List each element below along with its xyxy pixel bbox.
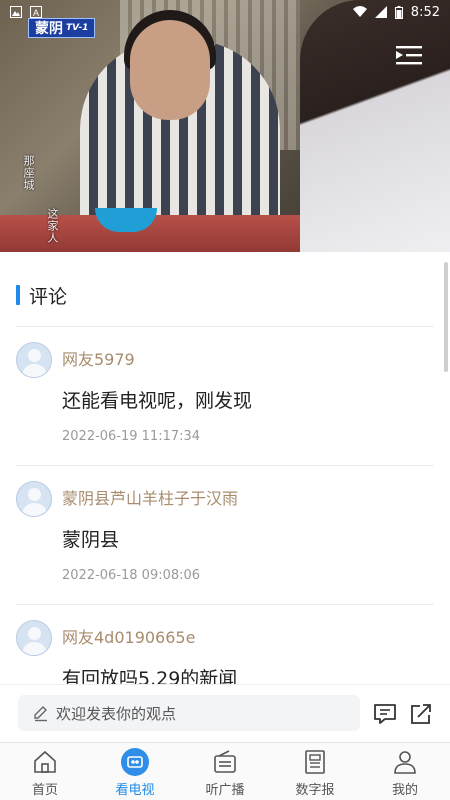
share-icon[interactable] <box>408 701 434 727</box>
battery-icon <box>394 5 403 19</box>
comment-item: 网友5979 还能看电视呢，刚发现 2022-06-19 11:17:34 <box>0 330 450 468</box>
tab-label: 首页 <box>31 783 58 798</box>
home-icon <box>34 750 56 773</box>
tab-home[interactable]: 首页 <box>0 743 90 800</box>
comment-time: 2022-06-18 09:08:06 <box>62 568 201 583</box>
playlist-icon[interactable] <box>396 44 422 66</box>
tab-watch-tv[interactable]: 看电视 <box>90 743 180 800</box>
newspaper-icon <box>305 750 325 774</box>
tab-mine[interactable]: 我的 <box>360 743 450 800</box>
video-second-person <box>300 0 450 252</box>
tab-label: 数字报 <box>295 783 335 798</box>
radio-icon <box>214 750 236 773</box>
divider <box>16 465 434 466</box>
comment-username[interactable]: 蒙阴县芦山羊柱子于汉雨 <box>62 485 238 509</box>
tab-label: 听广播 <box>205 783 245 798</box>
tab-digital-newspaper[interactable]: 数字报 <box>270 743 360 800</box>
comment-input[interactable]: 欢迎发表你的观点 <box>18 695 360 731</box>
comment-input-placeholder: 欢迎发表你的观点 <box>56 704 177 723</box>
comments-heading: 评论 <box>16 284 68 308</box>
divider <box>16 604 434 605</box>
comment-list[interactable]: 网友5979 还能看电视呢，刚发现 2022-06-19 11:17:34 蒙阴… <box>0 330 450 684</box>
video-player[interactable]: 蒙阴 TV-1 那座城 这家人 <box>0 0 450 252</box>
wifi-icon <box>352 6 367 17</box>
comment-item: 网友4d0190665e 有回放吗5.29的新闻 <box>0 608 450 684</box>
video-person-face <box>130 20 210 120</box>
comment-content: 有回放吗5.29的新闻 <box>62 668 238 684</box>
tab-label: 我的 <box>391 783 418 798</box>
heading-accent-bar <box>16 285 20 305</box>
svg-text:A: A <box>33 8 39 18</box>
divider <box>16 326 434 327</box>
video-caption-2: 这家人 <box>46 208 59 244</box>
comment-username[interactable]: 网友5979 <box>62 346 135 370</box>
comment-item: 蒙阴县芦山羊柱子于汉雨 蒙阴县 2022-06-18 09:08:06 <box>0 469 450 607</box>
profile-icon <box>394 751 416 774</box>
signal-icon <box>374 6 387 18</box>
status-bar: A 8:52 <box>0 0 450 24</box>
tab-label: 看电视 <box>115 783 155 798</box>
tab-listen-radio[interactable]: 听广播 <box>180 743 270 800</box>
tv-icon <box>121 748 149 776</box>
avatar[interactable] <box>16 342 52 378</box>
channel-suffix: TV-1 <box>66 23 89 33</box>
gallery-notification-icon <box>10 6 22 18</box>
status-time: 8:52 <box>410 4 440 20</box>
video-caption-1: 那座城 <box>22 155 35 191</box>
bottom-tab-bar: 首页 看电视 听广播 数字报 我的 <box>0 742 450 800</box>
notification-icon: A <box>30 6 42 18</box>
avatar[interactable] <box>16 620 52 656</box>
comment-time: 2022-06-19 11:17:34 <box>62 429 201 444</box>
comment-content: 蒙阴县 <box>62 529 120 551</box>
comment-content: 还能看电视呢，刚发现 <box>62 390 253 412</box>
comments-title: 评论 <box>29 285 68 308</box>
comment-username[interactable]: 网友4d0190665e <box>62 624 195 648</box>
comment-input-bar: 欢迎发表你的观点 <box>0 684 450 742</box>
comment-icon[interactable] <box>372 701 398 727</box>
avatar[interactable] <box>16 481 52 517</box>
edit-icon <box>34 706 47 722</box>
